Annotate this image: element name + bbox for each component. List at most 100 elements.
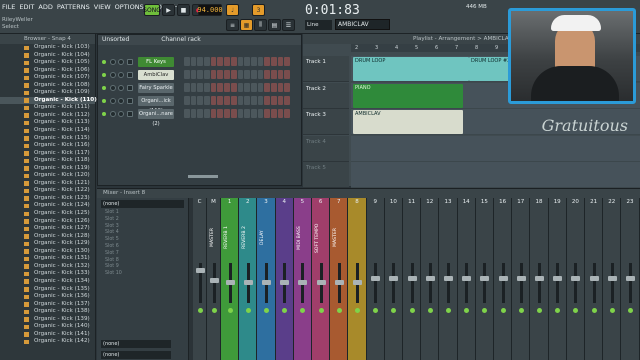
strip-enable-led[interactable] xyxy=(609,308,615,313)
strip-enable-led[interactable] xyxy=(518,308,524,313)
volume-knob[interactable] xyxy=(118,72,124,78)
pattern-clip[interactable]: AMBICLAV xyxy=(353,110,463,134)
mixer-channel-strip[interactable]: 4 xyxy=(275,198,294,360)
step-button[interactable] xyxy=(244,109,250,118)
metronome-icon[interactable]: ♩ xyxy=(226,4,239,16)
mixer-channel-strip[interactable]: M MASTER xyxy=(207,198,221,360)
track-header[interactable]: Track 2 xyxy=(303,82,349,109)
browser-item[interactable]: Organic - Kick (117) xyxy=(0,150,95,158)
browser-item[interactable]: Organic - Kick (104) xyxy=(0,52,95,60)
effect-slot[interactable]: Slot 7 xyxy=(97,251,188,258)
track-lane[interactable] xyxy=(351,135,640,162)
volume-fader[interactable] xyxy=(571,276,581,281)
step-button[interactable] xyxy=(217,83,224,92)
step-button[interactable] xyxy=(184,57,190,66)
channel-led[interactable] xyxy=(102,112,106,116)
step-button[interactable] xyxy=(210,109,217,118)
mixer-channel-strip[interactable]: 11 xyxy=(403,198,422,360)
browser-item[interactable]: Organic - Kick (111) xyxy=(0,104,95,112)
step-button[interactable] xyxy=(264,83,270,92)
step-button[interactable] xyxy=(224,109,230,118)
step-button[interactable] xyxy=(217,96,224,105)
step-button[interactable] xyxy=(184,109,190,118)
strip-enable-led[interactable] xyxy=(555,308,561,313)
step-button[interactable] xyxy=(190,70,197,79)
step-button[interactable] xyxy=(250,57,257,66)
strip-enable-led[interactable] xyxy=(211,308,217,313)
piano-roll-icon[interactable]: ▦ xyxy=(240,19,253,31)
browser-item[interactable]: Organic - Kick (112) xyxy=(0,112,95,120)
step-button[interactable] xyxy=(277,57,284,66)
mixer-track-number[interactable] xyxy=(127,59,133,65)
volume-fader[interactable] xyxy=(462,276,472,281)
step-button[interactable] xyxy=(250,70,257,79)
browser-item[interactable]: Organic - Kick (109) xyxy=(0,89,95,97)
browser-item[interactable]: Organic - Kick (110) xyxy=(0,96,97,105)
mixer-channel-strip[interactable]: 6 SOFT TEMPO xyxy=(312,198,331,360)
track-lane[interactable] xyxy=(351,162,640,188)
step-button[interactable] xyxy=(197,70,204,79)
browser-item[interactable]: Organic - Kick (121) xyxy=(0,180,95,188)
step-button[interactable] xyxy=(230,83,237,92)
browser-item[interactable]: Organic - Kick (118) xyxy=(0,157,95,165)
volume-fader[interactable] xyxy=(334,280,344,285)
output-selector-a[interactable]: (none) xyxy=(101,340,171,348)
volume-knob[interactable] xyxy=(118,98,124,104)
strip-enable-led[interactable] xyxy=(197,308,203,313)
browser-item[interactable]: Organic - Kick (138) xyxy=(0,308,95,316)
pan-knob[interactable] xyxy=(110,85,116,91)
step-button[interactable] xyxy=(257,83,264,92)
track-header[interactable]: Track 1 xyxy=(303,56,349,82)
browser-item[interactable]: Organic - Kick (131) xyxy=(0,255,95,263)
strip-enable-led[interactable] xyxy=(591,308,597,313)
volume-fader[interactable] xyxy=(407,276,417,281)
browser-item[interactable]: Organic - Kick (125) xyxy=(0,210,95,218)
channel-name-button[interactable]: AmbiClav xyxy=(138,70,174,80)
pattern-icon[interactable]: ≡ xyxy=(226,19,239,31)
step-button[interactable] xyxy=(284,96,290,105)
step-button[interactable] xyxy=(257,96,264,105)
step-button[interactable] xyxy=(264,109,270,118)
channel-led[interactable] xyxy=(102,60,106,64)
play-button[interactable]: ▶ xyxy=(162,4,175,16)
volume-fader[interactable] xyxy=(280,280,290,285)
step-button[interactable] xyxy=(257,57,264,66)
song-mode-toggle[interactable]: SONG xyxy=(143,4,161,16)
browser-item[interactable]: Organic - Kick (119) xyxy=(0,165,95,173)
step-button[interactable] xyxy=(244,96,250,105)
step-button[interactable] xyxy=(230,57,237,66)
browser-item[interactable]: Organic - Kick (115) xyxy=(0,135,95,143)
step-button[interactable] xyxy=(270,83,277,92)
pattern-selector[interactable]: AMBICLAV xyxy=(335,19,390,30)
volume-fader[interactable] xyxy=(243,280,253,285)
browser-item[interactable]: Organic - Kick (130) xyxy=(0,248,95,256)
step-button[interactable] xyxy=(237,109,244,118)
mixer-channel-strip[interactable]: 2 REVERB 2 xyxy=(239,198,258,360)
strip-enable-led[interactable] xyxy=(500,308,506,313)
strip-enable-led[interactable] xyxy=(354,308,360,313)
volume-fader[interactable] xyxy=(209,278,219,283)
step-button[interactable] xyxy=(184,96,190,105)
step-button[interactable] xyxy=(284,57,290,66)
volume-fader[interactable] xyxy=(225,280,235,285)
pan-knob[interactable] xyxy=(110,59,116,65)
channel-led[interactable] xyxy=(102,99,106,103)
volume-fader[interactable] xyxy=(607,276,617,281)
mixer-channel-strip[interactable]: 23 xyxy=(621,198,640,360)
pan-knob[interactable] xyxy=(110,98,116,104)
strip-enable-led[interactable] xyxy=(373,308,379,313)
browser-item[interactable]: Organic - Kick (106) xyxy=(0,67,95,75)
step-button[interactable] xyxy=(184,70,190,79)
mixer-channel-strip[interactable]: 12 xyxy=(421,198,440,360)
browser-item[interactable]: Organic - Kick (129) xyxy=(0,240,95,248)
mixer-channel-strip[interactable]: 3 DELAY xyxy=(257,198,276,360)
volume-fader[interactable] xyxy=(298,280,308,285)
step-button[interactable] xyxy=(270,57,277,66)
step-button[interactable] xyxy=(217,57,224,66)
step-button[interactable] xyxy=(277,109,284,118)
step-button[interactable] xyxy=(264,96,270,105)
pattern-clip[interactable]: PIANO xyxy=(353,83,463,108)
effect-slot[interactable]: Slot 5 xyxy=(97,237,188,244)
step-button[interactable] xyxy=(210,96,217,105)
strip-enable-led[interactable] xyxy=(391,308,397,313)
